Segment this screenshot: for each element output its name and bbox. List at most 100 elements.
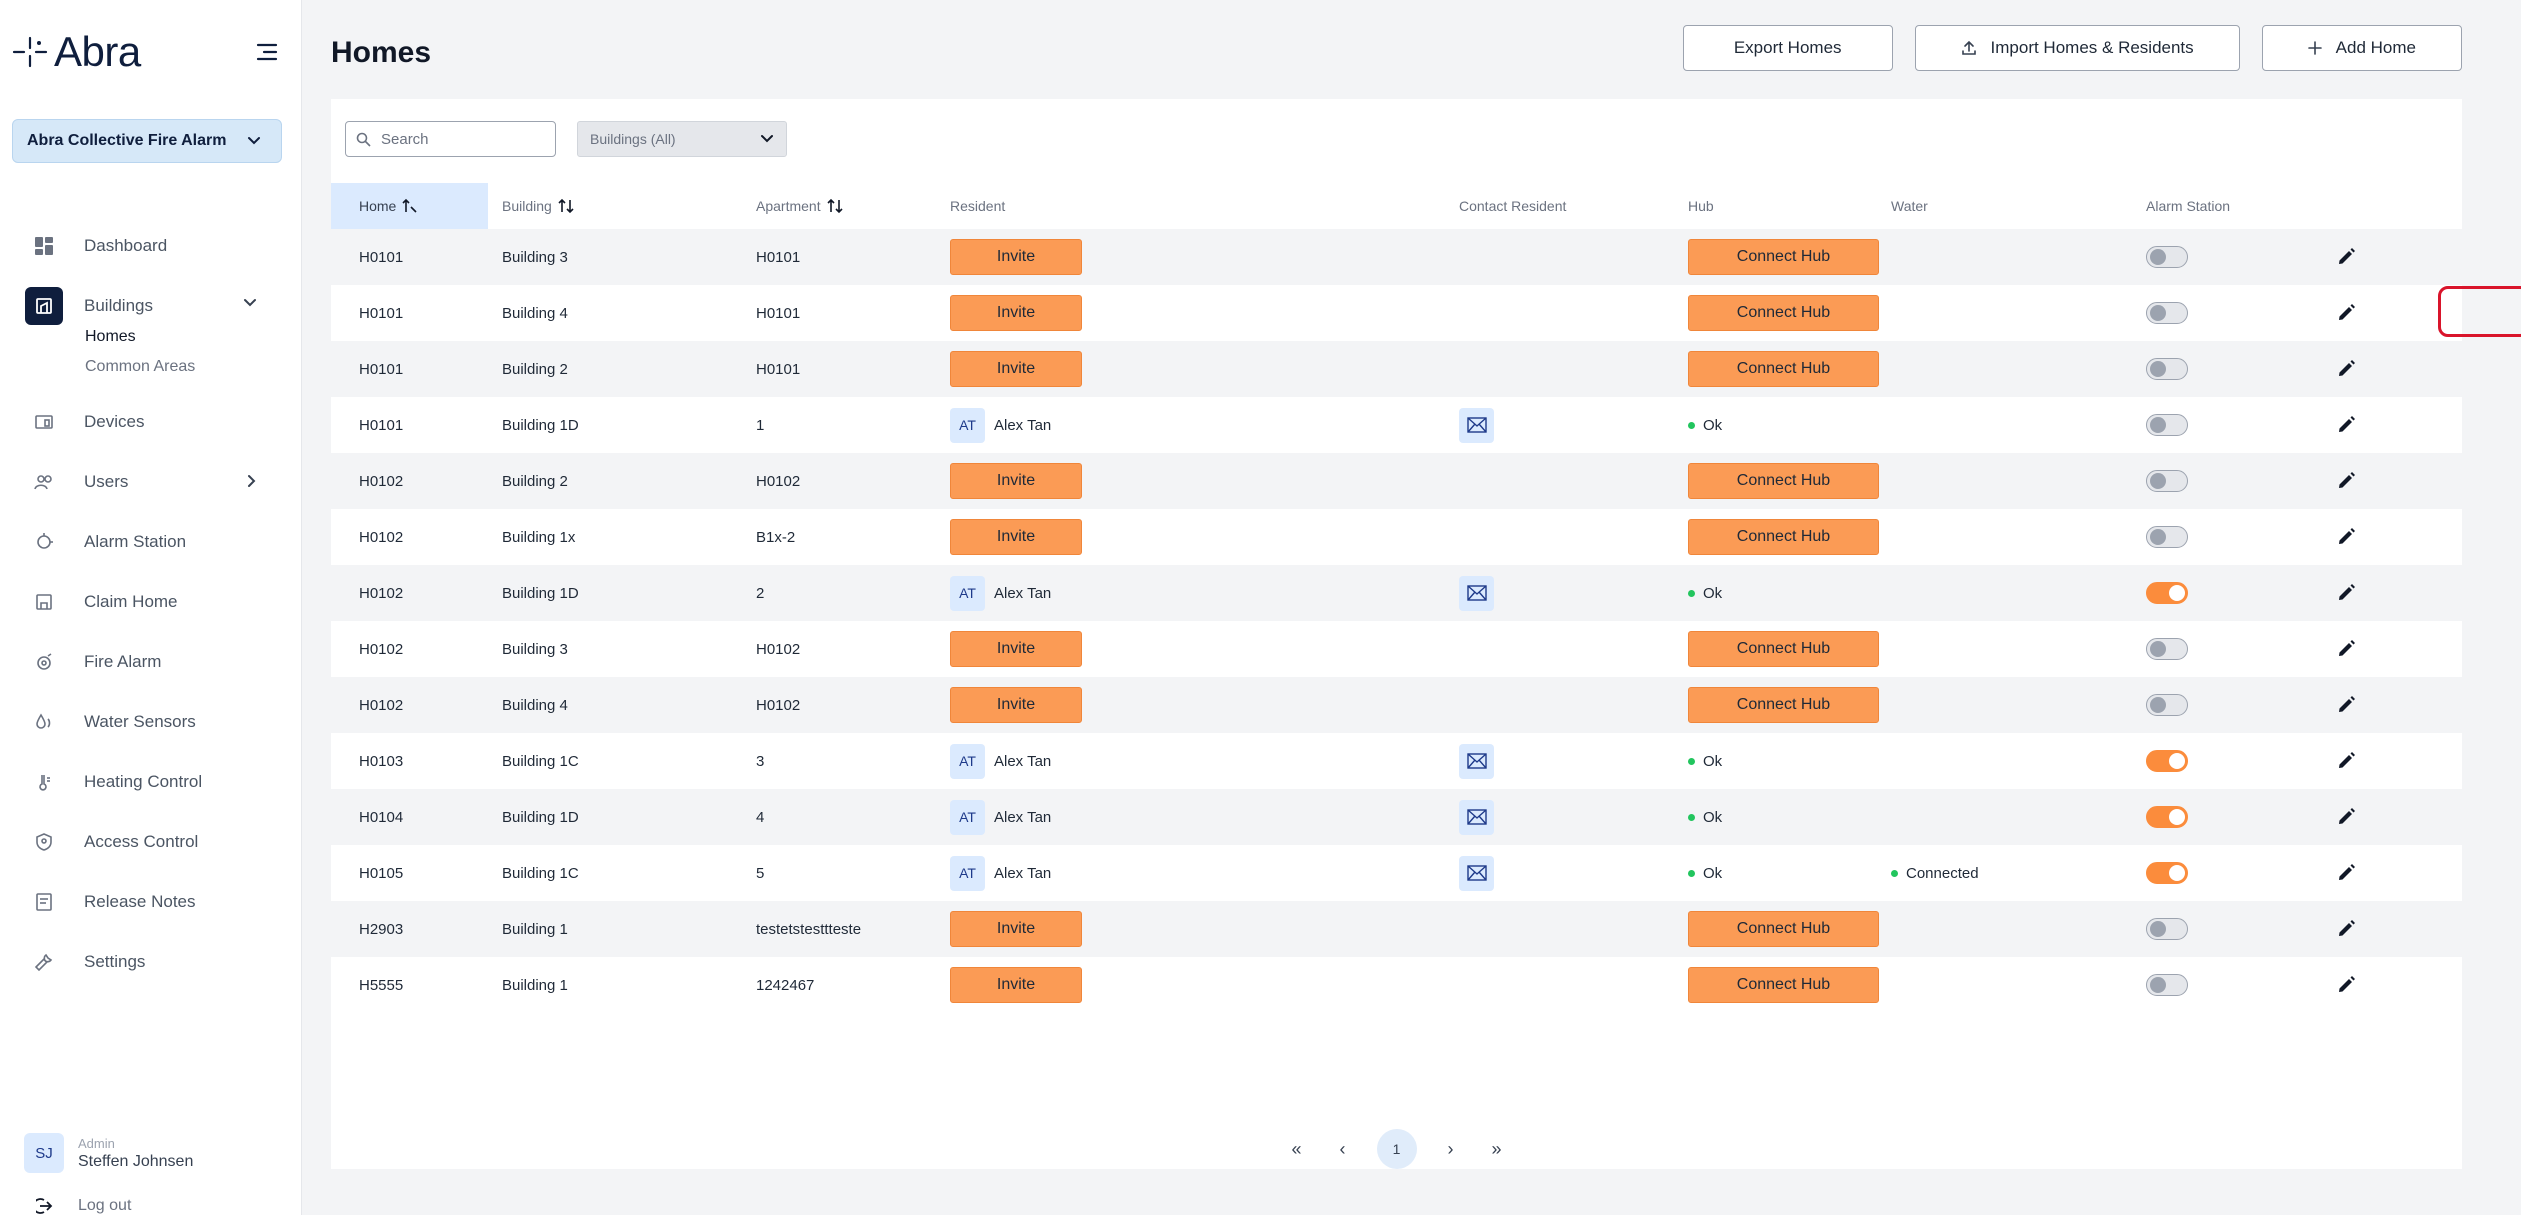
current-user[interactable]: SJ Admin Steffen Johnsen [24,1133,193,1173]
edit-home-button[interactable] [2336,919,2356,939]
nav-heating-control[interactable]: Heating Control [0,752,301,812]
nav-buildings[interactable]: Buildings [0,276,301,336]
alarm-station-toggle[interactable] [2146,918,2188,940]
alarm-station-toggle[interactable] [2146,358,2188,380]
cell-alarm-station [2146,901,2312,957]
alarm-station-toggle[interactable] [2146,526,2188,548]
prev-page-button[interactable]: ‹ [1331,1129,1355,1169]
cell-water [1891,677,2146,733]
collapse-menu-button[interactable] [251,36,283,68]
export-homes-button[interactable]: Export Homes [1682,25,1893,71]
nav-devices[interactable]: Devices [0,392,301,452]
connect-hub-button[interactable]: Connect Hub [1688,239,1879,275]
alarm-station-toggle[interactable] [2146,470,2188,492]
edit-home-button[interactable] [2336,975,2356,995]
edit-home-button[interactable] [2336,639,2356,659]
edit-home-button[interactable] [2336,303,2356,323]
add-home-button[interactable]: Add Home [2261,25,2462,71]
nav-access-control[interactable]: Access Control [0,812,301,872]
edit-home-button[interactable] [2336,583,2356,603]
connect-hub-button[interactable]: Connect Hub [1688,351,1879,387]
water-sensor-icon [32,710,56,734]
subnav-common-areas[interactable]: Common Areas [85,352,301,382]
nav-claim-home[interactable]: Claim Home [0,572,301,632]
building-filter-select[interactable]: Buildings (All) [577,121,787,157]
connect-hub-button[interactable]: Connect Hub [1688,911,1879,947]
resident[interactable]: AT Alex Tan [950,575,1051,611]
resident[interactable]: AT Alex Tan [950,743,1051,779]
alarm-station-toggle[interactable] [2146,582,2188,604]
invite-button[interactable]: Invite [950,687,1082,723]
header-home[interactable]: Home [331,183,488,229]
connect-hub-button[interactable]: Connect Hub [1688,295,1879,331]
search-field[interactable] [345,121,556,157]
search-input[interactable] [381,130,541,148]
edit-home-button[interactable] [2336,807,2356,827]
invite-button[interactable]: Invite [950,463,1082,499]
connect-hub-button[interactable]: Connect Hub [1688,687,1879,723]
alarm-station-toggle[interactable] [2146,638,2188,660]
resident[interactable]: AT Alex Tan [950,799,1051,835]
nav-settings[interactable]: Settings [0,932,301,992]
current-page[interactable]: 1 [1376,1129,1417,1169]
connect-hub-button[interactable]: Connect Hub [1688,631,1879,667]
nav-dashboard[interactable]: Dashboard [0,216,301,276]
contact-resident-button[interactable] [1459,799,1494,835]
first-page-button[interactable]: « [1285,1129,1309,1169]
pencil-icon [2339,752,2355,768]
thermometer-icon [32,770,56,794]
alarm-station-toggle[interactable] [2146,246,2188,268]
logout-link[interactable]: Log out [36,1196,131,1215]
invite-button[interactable]: Invite [950,967,1082,1003]
edit-home-button[interactable] [2336,695,2356,715]
edit-home-button[interactable] [2336,415,2356,435]
alarm-station-toggle[interactable] [2146,974,2188,996]
nav-label: Buildings [84,296,153,315]
invite-button[interactable]: Invite [950,295,1082,331]
organization-select[interactable]: Abra Collective Fire Alarm [12,119,282,163]
contact-resident-button[interactable] [1459,407,1494,443]
nav-alarm-station[interactable]: Alarm Station [0,512,301,572]
contact-resident-button[interactable] [1459,575,1494,611]
alarm-station-toggle[interactable] [2146,750,2188,772]
connect-hub-button[interactable]: Connect Hub [1688,519,1879,555]
nav-fire-alarm[interactable]: Fire Alarm [0,632,301,692]
invite-button[interactable]: Invite [950,519,1082,555]
alarm-station-toggle[interactable] [2146,414,2188,436]
edit-home-button[interactable] [2336,751,2356,771]
brand-logo[interactable]: Abra [12,28,141,76]
import-homes-button[interactable]: Import Homes & Residents [1914,25,2240,71]
header-building[interactable]: Building [488,183,742,229]
contact-resident-button[interactable] [1459,743,1494,779]
last-page-button[interactable]: » [1485,1129,1509,1169]
contact-resident-button[interactable] [1459,855,1494,891]
resident[interactable]: AT Alex Tan [950,855,1051,891]
invite-button[interactable]: Invite [950,239,1082,275]
connect-hub-button[interactable]: Connect Hub [1688,463,1879,499]
nav-water-sensors[interactable]: Water Sensors [0,692,301,752]
alarm-station-toggle[interactable] [2146,862,2188,884]
cell-home: H0102 [359,528,404,546]
resident[interactable]: AT Alex Tan [950,407,1051,443]
header-water: Water [1891,198,1928,214]
edit-home-button[interactable] [2336,471,2356,491]
nav-release-notes[interactable]: Release Notes [0,872,301,932]
edit-home-button[interactable] [2336,359,2356,379]
search-icon [356,132,371,147]
alarm-station-toggle[interactable] [2146,806,2188,828]
next-page-button[interactable]: › [1439,1129,1463,1169]
header-apartment[interactable]: Apartment [742,183,950,229]
edit-home-button[interactable] [2336,247,2356,267]
invite-button[interactable]: Invite [950,351,1082,387]
pencil-icon [2339,304,2355,320]
alarm-station-toggle[interactable] [2146,302,2188,324]
edit-home-button[interactable] [2336,527,2356,547]
connect-hub-button[interactable]: Connect Hub [1688,967,1879,1003]
cell-apartment: H0101 [756,248,801,266]
nav-users[interactable]: Users [0,452,301,512]
edit-home-button[interactable] [2336,863,2356,883]
invite-button[interactable]: Invite [950,631,1082,667]
alarm-station-toggle[interactable] [2146,694,2188,716]
invite-button[interactable]: Invite [950,911,1082,947]
cell-alarm-station [2146,733,2312,789]
